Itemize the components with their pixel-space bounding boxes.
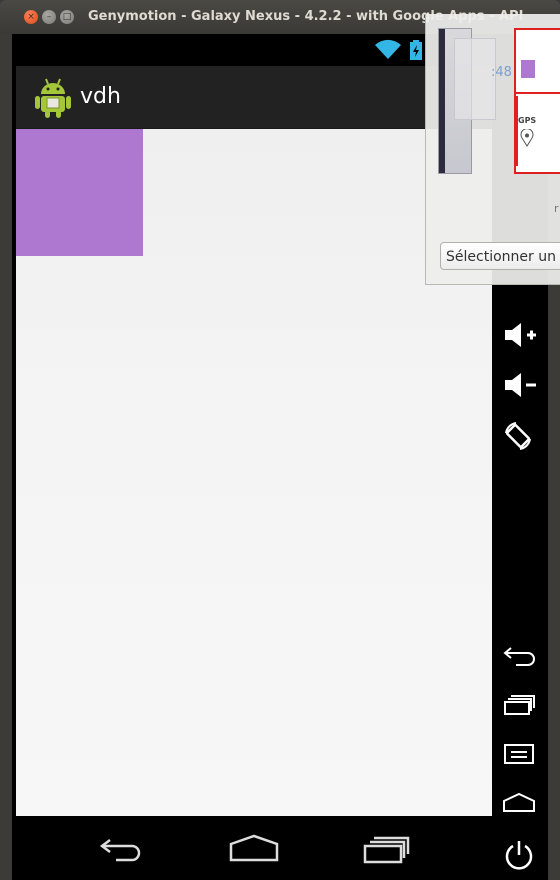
gps-label: GPS (518, 116, 537, 125)
power-icon[interactable] (502, 838, 536, 872)
rotate-icon[interactable] (502, 420, 534, 452)
location-pin-icon (520, 129, 534, 147)
menu-icon[interactable] (502, 742, 536, 766)
home-icon[interactable] (502, 791, 536, 815)
battery-icon (410, 40, 422, 60)
back-icon[interactable] (502, 644, 536, 668)
volume-down-icon[interactable] (502, 371, 538, 399)
wifi-icon (375, 39, 401, 59)
window-thumbnail[interactable]: :48 (454, 38, 512, 120)
window-maximize-button[interactable]: □ (60, 10, 74, 24)
action-bar: vdh (16, 66, 492, 130)
thumbnail-divider (516, 92, 560, 94)
thumbnail-divider (516, 96, 518, 166)
window-minimize-button[interactable]: – (42, 10, 56, 24)
recent-apps-icon[interactable] (362, 834, 412, 864)
select-dropdown[interactable]: Sélectionner un (440, 242, 560, 270)
recent-apps-icon[interactable] (502, 693, 536, 717)
app-content (16, 129, 492, 816)
home-icon[interactable] (228, 834, 280, 864)
back-icon[interactable] (98, 834, 146, 864)
android-nav-bar (16, 816, 492, 880)
device-thumbnail[interactable]: GPS (514, 28, 560, 174)
android-status-bar (16, 34, 492, 66)
android-robot-icon[interactable] (34, 76, 72, 118)
clock-text: :48 (491, 65, 512, 80)
window-close-button[interactable]: × (24, 10, 38, 24)
app-title: vdh (80, 84, 121, 109)
purple-square-view (16, 129, 143, 256)
partial-text: r (554, 202, 559, 215)
overlay-window-panel: :48 GPS r Sélectionner un (425, 14, 560, 285)
volume-up-icon[interactable] (502, 321, 538, 349)
thumbnail-purple-view (521, 60, 535, 78)
